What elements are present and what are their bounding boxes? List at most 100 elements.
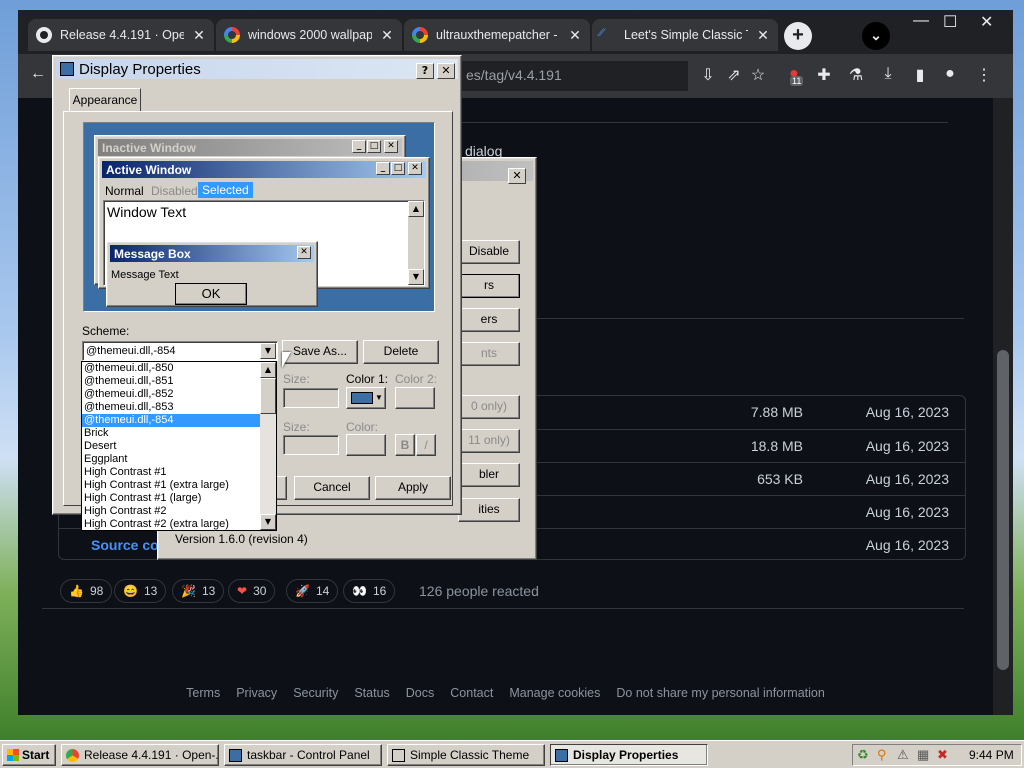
- tray-volume-muted-icon[interactable]: ✖: [937, 747, 948, 763]
- scheme-select[interactable]: @themeui.dll,-854 ▼: [82, 341, 278, 361]
- minimize-icon[interactable]: —: [913, 12, 929, 30]
- close-icon[interactable]: ✕: [508, 168, 526, 184]
- download-icon[interactable]: ⤓: [878, 65, 898, 83]
- side-panel-icon[interactable]: ▮: [910, 65, 930, 85]
- install-app-icon[interactable]: ⇩: [698, 65, 718, 85]
- reaction-thumbs-up[interactable]: 👍 98: [60, 579, 113, 603]
- tab-appearance[interactable]: Appearance: [69, 88, 141, 112]
- maximize-icon[interactable]: ☐: [943, 12, 957, 32]
- display-icon: [555, 749, 568, 762]
- delete-button[interactable]: Delete: [363, 340, 439, 364]
- scheme-option[interactable]: High Contrast #1 (large): [82, 492, 260, 505]
- share-icon[interactable]: ⇗: [724, 65, 744, 85]
- italic-button[interactable]: /: [416, 434, 436, 456]
- reaction-rocket[interactable]: 🚀 14: [286, 579, 339, 603]
- bg-button-6[interactable]: 11 only): [458, 429, 520, 453]
- profile-icon[interactable]: ●: [940, 65, 960, 83]
- help-button[interactable]: ?: [416, 63, 434, 79]
- taskbar-item-control-panel[interactable]: taskbar - Control Panel: [224, 744, 382, 766]
- taskbar-item-browser[interactable]: Release 4.4.191 · Open-...: [61, 744, 219, 766]
- tray-search-icon[interactable]: ⚲: [877, 747, 887, 763]
- scheme-option[interactable]: @themeui.dll,-852: [82, 388, 260, 401]
- tab-close-icon[interactable]: ✕: [568, 27, 582, 44]
- bg-button-4[interactable]: nts: [458, 342, 520, 366]
- size-spinner[interactable]: [283, 388, 339, 408]
- bg-button-5[interactable]: 0 only): [458, 395, 520, 419]
- dialog-titlebar: Display Properties: [56, 59, 458, 79]
- clock[interactable]: 9:44 PM: [969, 748, 1014, 762]
- scheme-dropdown-list[interactable]: @themeui.dll,-850 @themeui.dll,-851 @theme…: [81, 361, 277, 531]
- footer-link-terms[interactable]: Terms: [186, 686, 220, 700]
- reaction-heart[interactable]: ❤ 30: [228, 579, 276, 603]
- dropdown-scrollbar[interactable]: ▲ ▼: [260, 362, 276, 530]
- taskbar-item-display-properties[interactable]: Display Properties: [550, 744, 708, 766]
- color2-button[interactable]: [395, 387, 435, 409]
- scheme-option[interactable]: High Contrast #1: [82, 466, 260, 479]
- scroll-thumb[interactable]: [997, 350, 1009, 670]
- scroll-down-icon[interactable]: ▼: [260, 514, 276, 530]
- new-tab-button[interactable]: +: [784, 22, 812, 50]
- tab-close-icon[interactable]: ✕: [756, 27, 770, 44]
- scheme-option[interactable]: High Contrast #1 (extra large): [82, 479, 260, 492]
- bg-button-3[interactable]: ers: [458, 308, 520, 332]
- disable-button[interactable]: Disable: [458, 240, 520, 264]
- reaction-tada[interactable]: 🎉 13: [172, 579, 225, 603]
- asset-size: 653 KB: [757, 471, 803, 487]
- apply-button[interactable]: Apply: [375, 476, 451, 500]
- font-color-button[interactable]: [346, 434, 386, 456]
- scheme-option[interactable]: @themeui.dll,-854: [82, 414, 260, 427]
- puzzle-icon[interactable]: ✚: [814, 65, 834, 85]
- taskbar-item-simple-classic[interactable]: Simple Classic Theme: [387, 744, 545, 766]
- scheme-option[interactable]: @themeui.dll,-851: [82, 375, 260, 388]
- tray-network-icon[interactable]: ▦: [917, 747, 929, 763]
- tab-release[interactable]: Release 4.4.191 · Open ✕: [28, 19, 214, 51]
- scheme-option[interactable]: High Contrast #2 (extra large): [82, 518, 260, 531]
- flask-icon[interactable]: ⚗: [846, 65, 866, 85]
- bold-button[interactable]: B: [395, 434, 415, 456]
- footer-link-security[interactable]: Security: [293, 686, 338, 700]
- tab-ultrauxthemepatcher[interactable]: ultrauxthemepatcher - ✕: [404, 19, 590, 51]
- tab-close-icon[interactable]: ✕: [192, 27, 206, 44]
- close-button[interactable]: ✕: [437, 63, 455, 79]
- reaction-count: 30: [253, 584, 267, 598]
- tray-warning-icon[interactable]: ⚠: [897, 747, 909, 763]
- scheme-option[interactable]: Eggplant: [82, 453, 260, 466]
- scroll-thumb[interactable]: [260, 378, 276, 414]
- footer-link-privacy[interactable]: Privacy: [236, 686, 277, 700]
- scroll-up-icon[interactable]: ▲: [260, 362, 276, 378]
- bg-button-7[interactable]: bler: [458, 463, 520, 487]
- footer-link-cookies[interactable]: Manage cookies: [509, 686, 600, 700]
- address-bar[interactable]: es/tag/v4.4.191: [458, 61, 688, 91]
- back-arrow-icon[interactable]: ←: [28, 65, 48, 83]
- menu-icon[interactable]: ⋮: [974, 65, 994, 85]
- close-window-icon[interactable]: ✕: [980, 12, 993, 32]
- cancel-button[interactable]: Cancel: [294, 476, 370, 500]
- bg-button-2[interactable]: rs: [458, 274, 520, 298]
- tab-simple-classic[interactable]: ⁄⁄ Leet's Simple Classic T ✕: [592, 19, 778, 51]
- chevron-down-icon[interactable]: ▼: [260, 343, 276, 359]
- scheme-option[interactable]: Brick: [82, 427, 260, 440]
- footer-link-status[interactable]: Status: [354, 686, 389, 700]
- start-button[interactable]: Start: [2, 744, 56, 766]
- bookmark-star-icon[interactable]: ☆: [748, 65, 768, 85]
- control-panel-icon: [229, 749, 242, 762]
- scheme-option[interactable]: @themeui.dll,-853: [82, 401, 260, 414]
- reaction-eyes[interactable]: 👀 16: [343, 579, 396, 603]
- bg-button-8[interactable]: ities: [458, 498, 520, 522]
- tab-search-button[interactable]: ⌄: [862, 22, 890, 50]
- tab-close-icon[interactable]: ✕: [380, 27, 394, 44]
- color1-button[interactable]: ▼: [346, 387, 386, 409]
- footer-link-do-not-share[interactable]: Do not share my personal information: [616, 686, 824, 700]
- font-size-select[interactable]: [283, 435, 339, 455]
- footer-link-docs[interactable]: Docs: [406, 686, 434, 700]
- tray-app-icon[interactable]: ♻: [857, 747, 869, 763]
- source-code-link[interactable]: Source co: [91, 537, 159, 553]
- reaction-smile[interactable]: 😄 13: [114, 579, 167, 603]
- save-as-button[interactable]: Save As...: [282, 340, 358, 364]
- scheme-option[interactable]: @themeui.dll,-850: [82, 362, 260, 375]
- scheme-option[interactable]: High Contrast #2: [82, 505, 260, 518]
- color-swatch: [351, 392, 373, 404]
- tab-wallpaper[interactable]: windows 2000 wallpap ✕: [216, 19, 402, 51]
- scheme-option[interactable]: Desert: [82, 440, 260, 453]
- footer-link-contact[interactable]: Contact: [450, 686, 493, 700]
